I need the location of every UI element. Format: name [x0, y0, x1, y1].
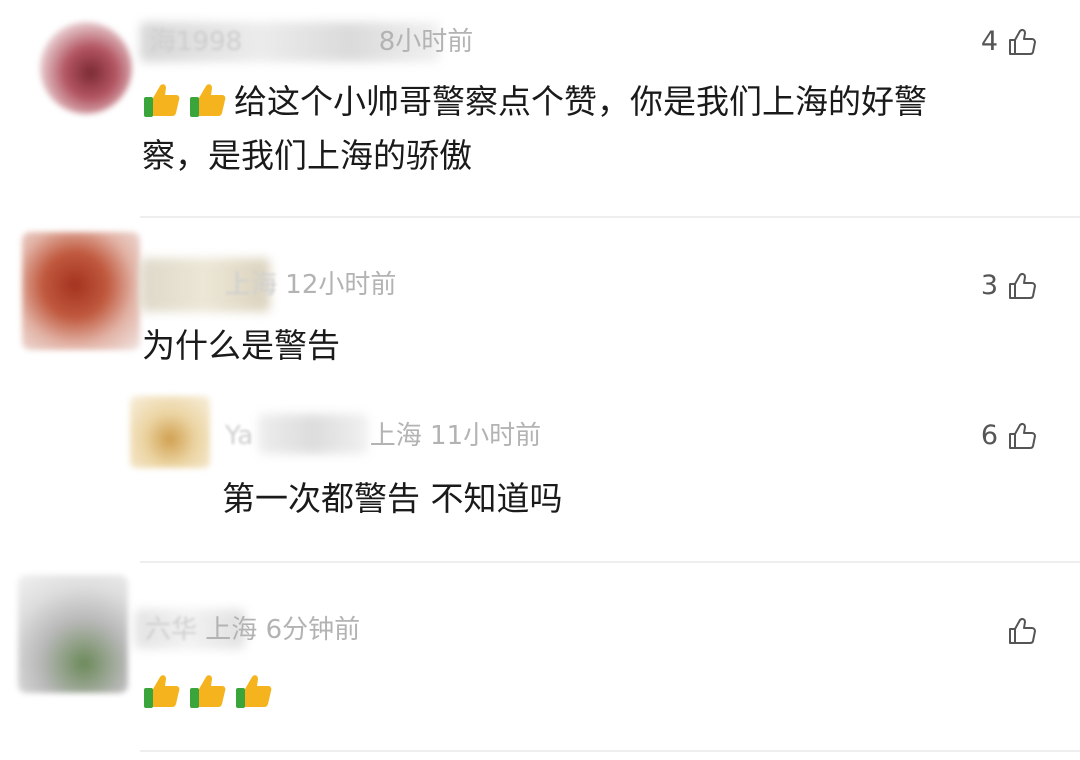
location: 上海 [225, 270, 278, 300]
like-button[interactable] [998, 615, 1038, 647]
like-count: 3 [980, 270, 998, 301]
comment-text: 给这个小帅哥警察点个赞，你是我们上海的好警 [142, 76, 927, 128]
comment-time: 6分钟前 [265, 615, 361, 645]
like-count: 6 [980, 420, 998, 451]
thumbs-up-emoji [142, 82, 188, 121]
reply-time: 11小时前 [430, 421, 542, 451]
avatar[interactable] [22, 232, 140, 350]
location: 上海 [369, 421, 422, 451]
comment-item: 上海 12小时前 3 为什么是警告 Ya 上海 11小时前 6 第一次都警告 不… [0, 218, 1080, 563]
comment-list: 海1998 8小时前 4 给这个小帅哥警察点个赞，你是我们上海的好警 察，是我们… [0, 0, 1080, 760]
comment-item: 海1998 8小时前 4 给这个小帅哥警察点个赞，你是我们上海的好警 察，是我们… [0, 0, 1080, 218]
thumbs-up-icon [1009, 272, 1036, 299]
thumbs-up-icon [1009, 28, 1036, 55]
avatar[interactable] [40, 22, 132, 114]
thumbs-up-icon [1009, 422, 1036, 449]
like-count: 4 [980, 26, 998, 57]
comment-emoji-row [142, 667, 280, 719]
comment-text-line2: 察，是我们上海的骄傲 [142, 136, 472, 175]
comment-meta: 上海 12小时前 [225, 270, 396, 300]
comment-text: 为什么是警告 [142, 326, 340, 365]
comment-time: 12小时前 [285, 270, 397, 300]
like-button[interactable]: 4 [981, 26, 1038, 58]
location: 上海 [205, 615, 258, 645]
comment-item: 六华 上海 6分钟前 [0, 563, 1080, 760]
comment-time: 8小时前 [378, 27, 474, 57]
thumbs-up-emoji [188, 82, 234, 121]
comment-text-line1: 给这个小帅哥警察点个赞，你是我们上海的好警 [234, 82, 927, 121]
divider [140, 750, 1080, 752]
avatar[interactable] [130, 396, 210, 468]
like-button[interactable]: 6 [981, 420, 1038, 452]
thumbs-up-emoji [142, 673, 188, 712]
username: Ya [225, 421, 254, 451]
thumbs-up-icon [1009, 617, 1036, 644]
like-button[interactable]: 3 [981, 270, 1038, 302]
username: 海1998 [150, 27, 243, 57]
avatar[interactable] [18, 575, 128, 693]
reply-meta: Ya 上海 11小时前 [225, 421, 541, 451]
comment-meta: 六华 上海 6分钟前 [145, 615, 360, 645]
username: 六华 [145, 615, 198, 645]
thumbs-up-emoji [188, 673, 234, 712]
reply-text: 第一次都警告 不知道吗 [222, 479, 563, 518]
comment-meta: 海1998 8小时前 [150, 27, 473, 57]
thumbs-up-emoji [234, 673, 280, 712]
